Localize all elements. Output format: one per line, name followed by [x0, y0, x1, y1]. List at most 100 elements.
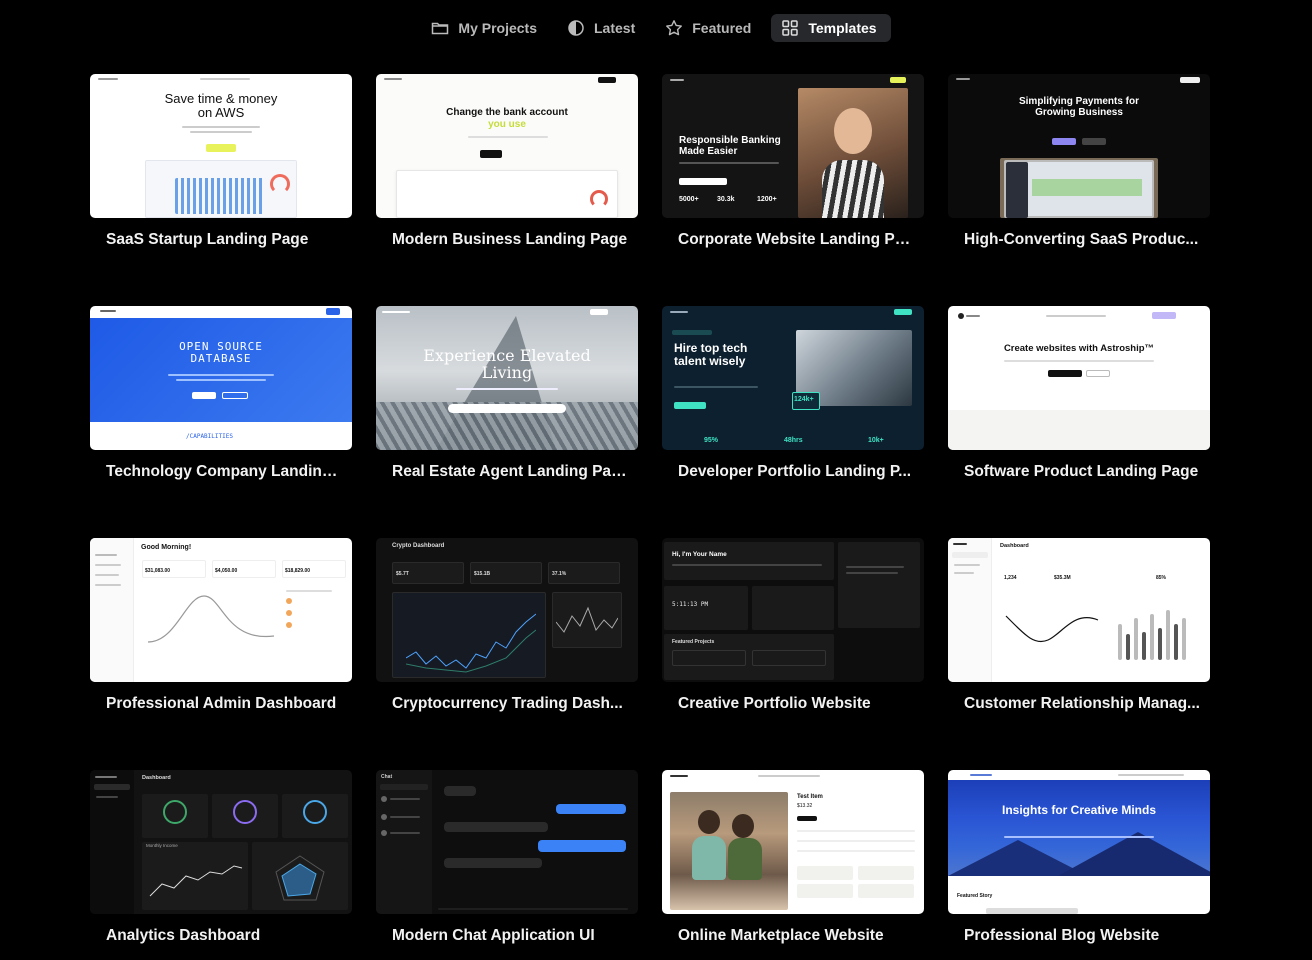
tab-featured[interactable]: Featured — [655, 14, 765, 42]
preview-headline: Test Item — [797, 794, 823, 800]
template-card[interactable]: OPEN SOURCE DATABASE /CAPABILITIES Techn… — [90, 306, 352, 481]
preview-stat: $18,829.00 — [285, 568, 311, 574]
tab-label: Templates — [808, 20, 877, 36]
template-thumbnail: Good Morning! $31,083.00 $4,050.00 $18,8… — [90, 538, 352, 682]
tab-label: Latest — [594, 20, 636, 36]
template-title: Online Marketplace Website — [678, 927, 884, 944]
template-title: Professional Admin Dashboard — [106, 695, 337, 712]
preview-headline: Chat — [381, 774, 393, 780]
template-card[interactable]: Simplifying Payments for Growing Busines… — [948, 74, 1210, 249]
template-title: High-Converting SaaS Produc... — [964, 231, 1199, 248]
preview-stat: 37.1% — [552, 571, 567, 577]
template-card[interactable]: Experience Elevated Living Real Estate A… — [376, 306, 638, 481]
preview-headline: Insights for Creative Minds — [1001, 803, 1157, 817]
template-thumbnail: Crypto Dashboard $5.7T $15.1B 37.1% — [376, 538, 638, 682]
template-card[interactable]: Hire top tech talent wisely 124k+ 95% 48… — [662, 306, 924, 481]
preview-headline: Hire top tech talent wisely — [674, 341, 748, 368]
template-card[interactable]: Good Morning! $31,083.00 $4,050.00 $18,8… — [90, 538, 352, 713]
preview-headline: Responsible Banking Made Easier — [679, 135, 781, 157]
template-title: Cryptocurrency Trading Dash... — [392, 695, 623, 712]
preview-badge: 124k+ — [794, 396, 814, 403]
preview-clock: 5:11:13 PM — [672, 601, 709, 608]
view-tabs: My Projects Latest Featured Templates — [0, 14, 1312, 42]
template-title: Technology Company Landing... — [106, 463, 342, 480]
preview-accent: you use — [488, 119, 526, 130]
template-title: Modern Chat Application UI — [392, 927, 595, 944]
template-thumbnail: Dashboard 1,234 $35.3M 85% — [948, 538, 1210, 682]
tab-latest[interactable]: Latest — [557, 14, 649, 42]
preview-stat: $35.3M — [1054, 575, 1071, 581]
preview-headline: Crypto Dashboard — [392, 543, 445, 549]
template-card[interactable]: Create websites with Astroship™ Software… — [948, 306, 1210, 481]
template-thumbnail: Chat — [376, 770, 638, 914]
preview-headline: Create websites with Astroship™ — [1003, 343, 1155, 354]
tab-label: Featured — [692, 20, 752, 36]
folder-icon — [431, 19, 449, 37]
preview-headline: Change the bank account — [446, 107, 568, 118]
template-thumbnail: Change the bank account you use — [376, 74, 638, 218]
preview-section: Featured Projects — [672, 639, 715, 645]
template-card[interactable]: Dashboard 1,234 $35.3M 85% Customer Rela… — [948, 538, 1210, 713]
template-thumbnail: Test Item $13.32 — [662, 770, 924, 914]
grid-icon — [781, 19, 799, 37]
preview-headline: Hi, I'm Your Name — [672, 551, 727, 558]
preview-headline: Good Morning! — [141, 544, 192, 551]
template-card[interactable]: Hi, I'm Your Name 5:11:13 PM Featured Pr… — [662, 538, 924, 713]
template-card[interactable]: Chat Modern Chat Application UI — [376, 770, 638, 945]
preview-stat: 48hrs — [784, 437, 803, 444]
preview-headline: OPEN SOURCE DATABASE — [179, 340, 263, 365]
preview-stat: 10k+ — [868, 437, 884, 444]
template-card[interactable]: Save time & money on AWS SaaS Startup La… — [90, 74, 352, 249]
preview-stat: $5.7T — [396, 571, 409, 577]
preview-price: $13.32 — [797, 803, 813, 809]
template-title: Creative Portfolio Website — [678, 695, 871, 712]
template-thumbnail: Simplifying Payments for Growing Busines… — [948, 74, 1210, 218]
template-title: Developer Portfolio Landing P... — [678, 463, 912, 480]
template-thumbnail: Hire top tech talent wisely 124k+ 95% 48… — [662, 306, 924, 450]
preview-stat: 85% — [1156, 575, 1167, 581]
template-card[interactable]: Crypto Dashboard $5.7T $15.1B 37.1% Cryp… — [376, 538, 638, 713]
template-thumbnail: Responsible Banking Made Easier 5000+ 30… — [662, 74, 924, 218]
template-card[interactable]: Test Item $13.32 Online Marketplace Webs… — [662, 770, 924, 945]
template-thumbnail: Save time & money on AWS — [90, 74, 352, 218]
template-title: Analytics Dashboard — [106, 927, 261, 944]
template-card[interactable]: Insights for Creative Minds Featured Sto… — [948, 770, 1210, 945]
tab-label: My Projects — [458, 20, 537, 36]
template-thumbnail: Create websites with Astroship™ — [948, 306, 1210, 450]
preview-stat: 30.3k — [717, 196, 735, 203]
preview-stat: 1200+ — [757, 196, 777, 203]
preview-section: Featured Story — [957, 893, 993, 899]
preview-headline: Dashboard — [142, 775, 171, 781]
tab-my-projects[interactable]: My Projects — [421, 14, 551, 42]
template-thumbnail: Hi, I'm Your Name 5:11:13 PM Featured Pr… — [662, 538, 924, 682]
preview-chart-title: Monthly Income — [146, 843, 178, 848]
tab-templates[interactable]: Templates — [771, 14, 891, 42]
template-thumbnail: Dashboard Monthly Income — [90, 770, 352, 914]
template-title: Professional Blog Website — [964, 927, 1160, 944]
template-card[interactable]: Responsible Banking Made Easier 5000+ 30… — [662, 74, 924, 249]
template-title: Corporate Website Landing Pa... — [678, 231, 914, 248]
star-icon — [665, 19, 683, 37]
preview-stat: $4,050.00 — [215, 568, 238, 574]
preview-stat: 5000+ — [679, 196, 699, 203]
preview-stat: $31,083.00 — [145, 568, 171, 574]
template-card[interactable]: Dashboard Monthly Income Analytics Dashb… — [90, 770, 352, 945]
template-title: Software Product Landing Page — [964, 463, 1199, 480]
template-title: Customer Relationship Manag... — [964, 695, 1200, 712]
preview-stat: 1,234 — [1004, 575, 1017, 581]
preview-headline: Save time & money on AWS — [164, 91, 278, 120]
template-thumbnail: Insights for Creative Minds Featured Sto… — [948, 770, 1210, 914]
template-title: Modern Business Landing Page — [392, 231, 628, 248]
preview-headline: Dashboard — [1000, 543, 1029, 549]
half-circle-icon — [567, 19, 585, 37]
preview-headline: Experience Elevated Living — [423, 346, 591, 382]
preview-footer: /CAPABILITIES — [186, 433, 233, 440]
preview-headline: Simplifying Payments for Growing Busines… — [1018, 96, 1140, 118]
preview-stat: 95% — [704, 437, 719, 444]
preview-stat: $15.1B — [474, 571, 491, 577]
template-thumbnail: Experience Elevated Living — [376, 306, 638, 450]
template-title: Real Estate Agent Landing Page — [392, 463, 628, 480]
template-thumbnail: OPEN SOURCE DATABASE /CAPABILITIES — [90, 306, 352, 450]
template-title: SaaS Startup Landing Page — [106, 231, 309, 248]
template-card[interactable]: Change the bank account you use Modern B… — [376, 74, 638, 249]
